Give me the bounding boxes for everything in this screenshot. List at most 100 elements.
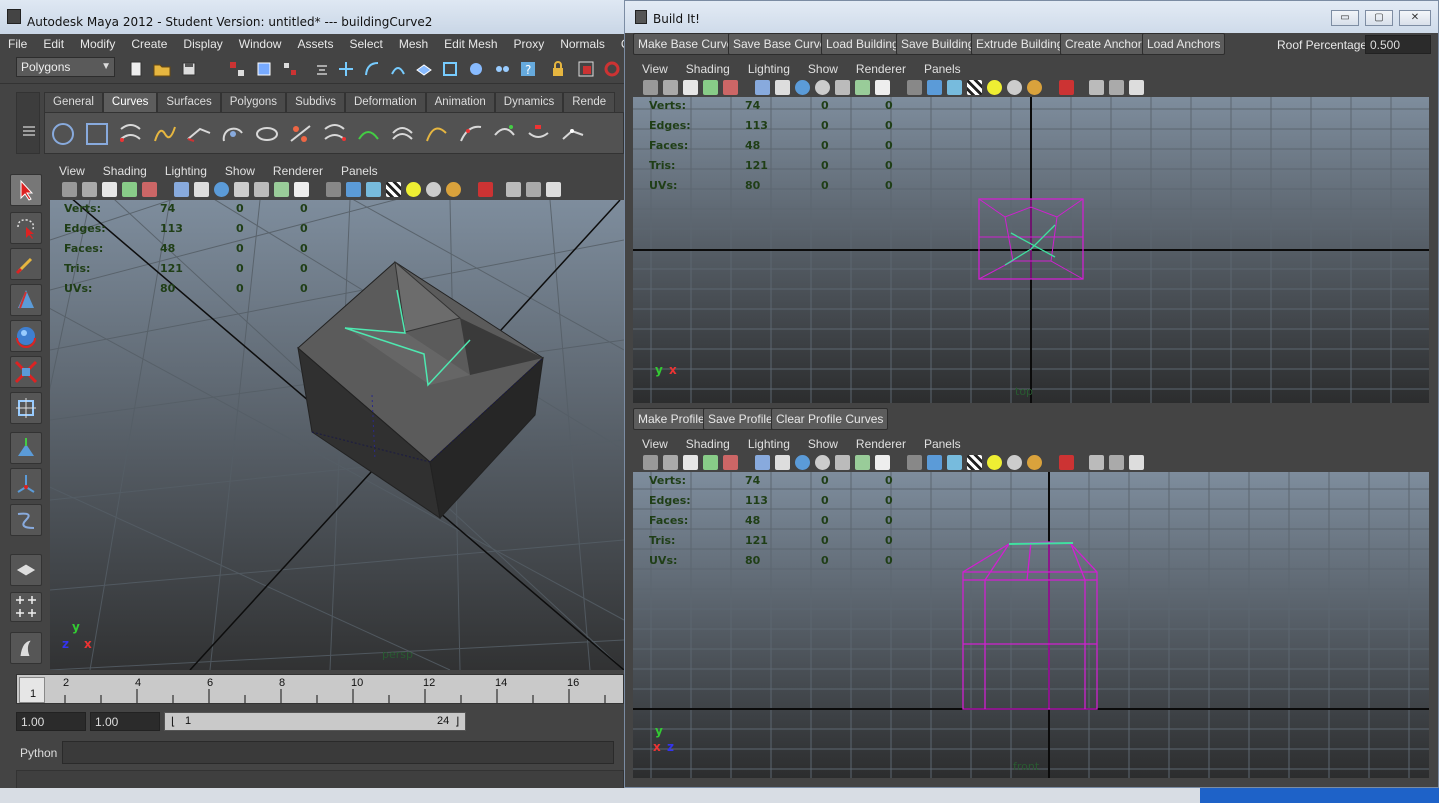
persp-menu-view[interactable]: View [50, 162, 94, 180]
shadows-icon[interactable] [1027, 455, 1042, 470]
frame-selection-icon[interactable] [1109, 80, 1124, 95]
square-curve-icon[interactable] [84, 121, 110, 147]
menu-edit[interactable]: Edit [35, 34, 72, 54]
new-scene-icon[interactable] [126, 59, 146, 79]
default-lighting-icon[interactable] [406, 182, 421, 197]
tab-dynamics[interactable]: Dynamics [494, 92, 564, 112]
menu-create[interactable]: Create [123, 34, 175, 54]
tab-rende[interactable]: Rende [563, 92, 616, 112]
snap-view-plane-icon[interactable] [414, 59, 434, 79]
ipr-render-icon[interactable] [602, 59, 622, 79]
roof-percentage-input[interactable]: 0.500 [1365, 35, 1431, 54]
film-gate-icon[interactable] [194, 182, 209, 197]
frame-all-icon[interactable] [1089, 455, 1104, 470]
build-it-titlebar[interactable]: Build It! ▭ ▢ ✕ [625, 1, 1438, 33]
save-base-curve-button[interactable]: Save Base Curve [728, 33, 832, 55]
top-menu-renderer[interactable]: Renderer [847, 60, 915, 78]
animation-start-field[interactable]: 1.00 [16, 712, 86, 731]
hud-toggle-icon[interactable] [294, 182, 309, 197]
maximize-button[interactable]: ▢ [1365, 10, 1393, 26]
paint-select-icon[interactable] [10, 248, 42, 280]
tab-deformation[interactable]: Deformation [344, 92, 426, 112]
camera-attributes-icon[interactable] [643, 455, 658, 470]
wireframe-shaded-icon[interactable] [795, 455, 810, 470]
2d-pan-zoom-icon[interactable] [703, 80, 718, 95]
shadows-icon[interactable] [1027, 80, 1042, 95]
camera-bookmark-icon[interactable] [663, 80, 678, 95]
xray-icon[interactable] [815, 455, 830, 470]
load-anchors-button[interactable]: Load Anchors [1142, 33, 1226, 55]
frame-all-icon[interactable] [1089, 80, 1104, 95]
top-menu-lighting[interactable]: Lighting [739, 60, 799, 78]
all-lights-icon[interactable] [1007, 455, 1022, 470]
frame-selection-icon[interactable] [1109, 455, 1124, 470]
isolate-select-icon[interactable] [835, 80, 850, 95]
texture-display-icon[interactable] [967, 455, 982, 470]
mask-menu-icon[interactable] [312, 59, 332, 79]
front-menu-renderer[interactable]: Renderer [847, 435, 915, 453]
menu-display[interactable]: Display [175, 34, 230, 54]
make-profile-button[interactable]: Make Profile [633, 408, 710, 430]
top-viewport[interactable]: Verts: 74 0 0 Edges: 113 0 0 Faces: 48 0 0 Tris: 121 0… [633, 97, 1429, 403]
time-slider[interactable]: 1 2 4 6 8 10 12 14 16 [16, 674, 624, 704]
frame-selection-icon[interactable] [526, 182, 541, 197]
select-camera-icon[interactable] [478, 182, 493, 197]
four-pane-layout-icon[interactable] [10, 592, 42, 622]
wireframe-mode-icon[interactable] [907, 80, 922, 95]
select-object-icon[interactable] [254, 59, 274, 79]
resolution-gate-icon[interactable] [855, 455, 870, 470]
snap-curve-icon[interactable] [362, 59, 382, 79]
wireframe-shaded-icon[interactable] [795, 80, 810, 95]
scale-tool-icon[interactable] [10, 356, 42, 388]
frame-all-icon[interactable] [506, 182, 521, 197]
film-gate-icon[interactable] [775, 80, 790, 95]
range-end-handle[interactable]: ⌋ [455, 715, 459, 728]
range-start-handle[interactable]: ⌊ [171, 715, 175, 728]
arc-tool-icon[interactable] [220, 121, 246, 147]
pencil-curve-tool-icon[interactable] [186, 121, 212, 147]
front-menu-view[interactable]: View [633, 435, 677, 453]
lock-icon[interactable] [548, 59, 568, 79]
tab-surfaces[interactable]: Surfaces [157, 92, 221, 112]
all-lights-icon[interactable] [1007, 80, 1022, 95]
front-menu-panels[interactable]: Panels [915, 435, 970, 453]
menu-normals[interactable]: Normals [552, 34, 613, 54]
select-camera-icon[interactable] [1059, 80, 1074, 95]
tab-polygons[interactable]: Polygons [220, 92, 287, 112]
panel-sharing-icon[interactable] [1129, 80, 1144, 95]
menu-set-dropdown[interactable]: Polygons ▼ [16, 57, 115, 77]
wireframe-on-shaded-icon[interactable] [947, 80, 962, 95]
front-menu-lighting[interactable]: Lighting [739, 435, 799, 453]
front-viewport[interactable]: Verts: 74 0 0 Edges: 113 0 0 Faces: 48 0 0 Tris: 121 0… [633, 472, 1429, 778]
snap-grid-icon[interactable] [336, 59, 356, 79]
camera-bookmark-icon[interactable] [82, 182, 97, 197]
curve-editing-tool-icon[interactable] [492, 121, 518, 147]
select-tool-icon[interactable] [10, 174, 42, 206]
select-camera-icon[interactable] [1059, 455, 1074, 470]
grease-pencil-icon[interactable] [723, 80, 738, 95]
grid-toggle-icon[interactable] [755, 80, 770, 95]
rotate-tool-icon[interactable] [10, 320, 42, 352]
revolve-icon[interactable] [254, 121, 280, 147]
main-titlebar[interactable]: Autodesk Maya 2012 - Student Version: un… [0, 0, 624, 34]
menu-select[interactable]: Select [341, 34, 390, 54]
command-language-label[interactable]: Python [20, 746, 57, 760]
image-plane-icon[interactable] [683, 455, 698, 470]
camera-bookmark-icon[interactable] [663, 455, 678, 470]
hud-toggle-icon[interactable] [875, 455, 890, 470]
resolution-gate-icon[interactable] [855, 80, 870, 95]
image-plane-icon[interactable] [683, 80, 698, 95]
offset-curve-icon[interactable] [390, 121, 416, 147]
open-scene-icon[interactable] [152, 59, 172, 79]
manipulator-tool-icon[interactable] [10, 392, 42, 424]
menu-edit-mesh[interactable]: Edit Mesh [436, 34, 505, 54]
move-tool-icon[interactable] [10, 284, 42, 316]
top-menu-show[interactable]: Show [799, 60, 847, 78]
load-building-button[interactable]: Load Building [821, 33, 904, 55]
isolate-select-icon[interactable] [835, 455, 850, 470]
top-menu-shading[interactable]: Shading [677, 60, 739, 78]
camera-attributes-icon[interactable] [62, 182, 77, 197]
cut-curve-icon[interactable] [288, 121, 314, 147]
persp-menu-shading[interactable]: Shading [94, 162, 156, 180]
circle-curve-icon[interactable] [50, 121, 76, 147]
